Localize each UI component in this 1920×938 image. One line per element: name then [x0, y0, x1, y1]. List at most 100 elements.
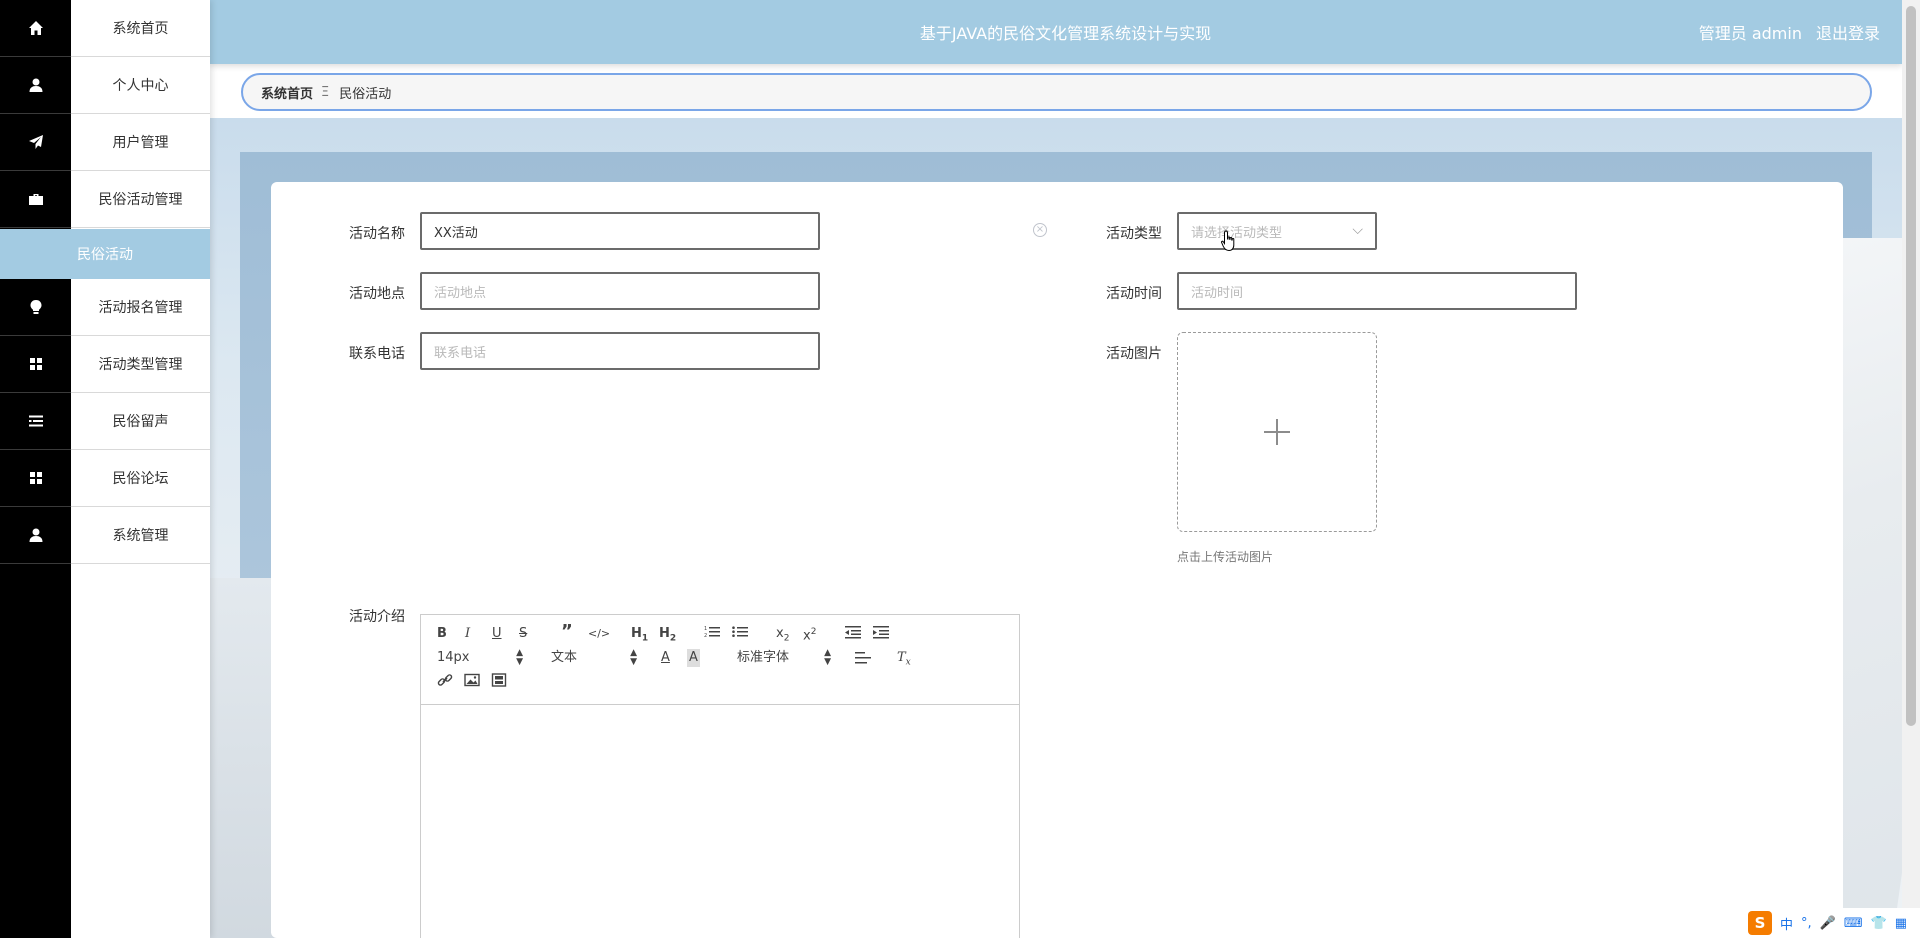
user-role-label: 管理员 admin — [1698, 24, 1802, 43]
sidebar-item-label: 民俗论坛 — [71, 450, 210, 507]
underline-icon[interactable]: U — [492, 625, 502, 643]
editor-content-area[interactable] — [421, 705, 1019, 938]
italic-icon[interactable]: I — [465, 625, 470, 643]
bold-icon[interactable]: B — [437, 625, 447, 643]
rich-text-editor: B I U S ” </> H1 H2 12 x2 x2 14px ▲ ▼ 文本… — [420, 614, 1020, 938]
apps-grid-icon[interactable]: ▦ — [1895, 916, 1907, 931]
punctuation-icon[interactable]: °, — [1801, 916, 1812, 931]
user-icon — [0, 57, 71, 114]
list-icon — [0, 393, 71, 450]
select-arrows-icon: ▲ ▼ — [630, 648, 637, 667]
plus-icon — [1264, 419, 1290, 445]
font-size-value: 14px — [437, 650, 470, 665]
activity-type-select[interactable]: 请选择活动类型 ⌵ — [1177, 212, 1377, 250]
clear-format-icon[interactable]: Tx — [897, 649, 911, 668]
logout-link[interactable]: 退出登录 — [1816, 20, 1880, 44]
bullet-list-icon[interactable] — [732, 625, 748, 643]
upload-hint: 点击上传活动图片 — [1177, 550, 1274, 564]
sidebar-item-label: 系统首页 — [71, 0, 210, 57]
outdent-icon[interactable] — [845, 625, 861, 643]
select-arrows-icon: ▲ ▼ — [516, 648, 523, 667]
svg-text:2: 2 — [704, 633, 707, 639]
breadcrumb: 系统首页 Ξ 民俗活动 — [241, 73, 1872, 111]
keyboard-icon[interactable]: ⌨ — [1844, 916, 1863, 931]
activity-intro-label: 活动介绍 — [349, 609, 405, 625]
sidebar-item-messages[interactable]: 民俗留声 — [0, 393, 210, 450]
sidebar-item-label: 民俗活动管理 — [71, 171, 210, 228]
activity-location-input[interactable]: 活动地点 — [420, 272, 820, 310]
submenu-item-folk-activity[interactable]: 民俗活动 — [0, 229, 210, 279]
activity-image-label: 活动图片 — [1106, 346, 1162, 362]
activity-type-label: 活动类型 — [1106, 226, 1162, 242]
hand-cursor-icon — [1221, 230, 1235, 252]
background-color-icon[interactable]: A — [687, 649, 700, 667]
home-icon — [0, 0, 71, 57]
video-icon[interactable] — [491, 673, 507, 691]
font-family-select[interactable]: 标准字体 ▲ ▼ — [737, 649, 831, 667]
breadcrumb-current: 民俗活动 — [339, 86, 392, 102]
briefcase-icon — [0, 171, 71, 228]
skin-icon[interactable]: 👕 — [1871, 916, 1887, 931]
sidebar-item-users[interactable]: 用户管理 — [0, 114, 210, 171]
breadcrumb-separator-icon: Ξ — [321, 84, 330, 100]
align-left-icon[interactable] — [855, 651, 871, 669]
sidebar-item-system[interactable]: 系统管理 — [0, 507, 210, 564]
top-header: 基于JAVA的民俗文化管理系统设计与实现 管理员 admin 退出登录 — [210, 0, 1902, 64]
breadcrumb-home[interactable]: 系统首页 — [261, 83, 313, 102]
h1-icon[interactable]: H1 — [631, 625, 648, 644]
editor-toolbar: B I U S ” </> H1 H2 12 x2 x2 14px ▲ ▼ 文本… — [421, 615, 1019, 705]
user-icon — [0, 507, 71, 564]
sidebar-item-label: 系统管理 — [71, 507, 210, 564]
code-block-icon[interactable]: </> — [588, 625, 610, 643]
select-arrows-icon: ▲ ▼ — [824, 648, 831, 667]
indent-icon[interactable] — [873, 625, 889, 643]
image-upload-box[interactable] — [1177, 332, 1377, 532]
activity-name-input[interactable]: XX活动 — [420, 212, 820, 250]
header-user-area: 管理员 admin 退出登录 — [1699, 0, 1880, 64]
sidebar-item-label: 个人中心 — [71, 57, 210, 114]
superscript-icon[interactable]: x2 — [803, 623, 816, 643]
grid-icon — [0, 450, 71, 507]
font-family-value: 标准字体 — [737, 650, 790, 665]
microphone-icon[interactable]: 🎤 — [1820, 916, 1836, 931]
link-icon[interactable] — [437, 673, 453, 691]
contact-phone-input[interactable]: 联系电话 — [420, 332, 820, 370]
ime-mode-indicator[interactable]: 中 — [1780, 914, 1793, 933]
clear-icon[interactable]: × — [1033, 223, 1047, 237]
activity-time-input[interactable]: 活动时间 — [1177, 272, 1577, 310]
scrollbar-thumb[interactable] — [1906, 6, 1916, 726]
sidebar-item-signup-mgmt[interactable]: 活动报名管理 — [0, 279, 210, 336]
sidebar-item-forum[interactable]: 民俗论坛 — [0, 450, 210, 507]
chevron-down-icon: ⌵ — [1352, 222, 1363, 238]
app-title: 基于JAVA的民俗文化管理系统设计与实现 — [919, 24, 1212, 43]
font-size-select[interactable]: 14px ▲ ▼ — [437, 649, 523, 667]
page-scrollbar[interactable] — [1902, 0, 1920, 938]
sidebar-item-label: 民俗留声 — [71, 393, 210, 450]
image-icon[interactable] — [464, 673, 480, 691]
blockquote-icon[interactable]: ” — [561, 623, 573, 641]
ime-toolbar: S 中 °, 🎤 ⌨ 👕 ▦ — [1742, 908, 1920, 938]
font-color-icon[interactable]: A — [661, 649, 670, 667]
sidebar-item-folk-activity-mgmt[interactable]: 民俗活动管理 — [0, 171, 210, 228]
sidebar-item-type-mgmt[interactable]: 活动类型管理 — [0, 336, 210, 393]
sidebar-item-label: 活动类型管理 — [71, 336, 210, 393]
subscript-icon[interactable]: x2 — [776, 625, 789, 644]
contact-phone-label: 联系电话 — [349, 346, 405, 362]
paper-plane-icon — [0, 114, 71, 171]
sidebar-item-profile[interactable]: 个人中心 — [0, 57, 210, 114]
lightbulb-icon — [0, 279, 71, 336]
ordered-list-icon[interactable]: 12 — [704, 625, 720, 643]
grid-icon — [0, 336, 71, 393]
block-type-value: 文本 — [551, 650, 578, 665]
block-type-select[interactable]: 文本 ▲ ▼ — [551, 649, 637, 667]
form-card: 活动名称 XX活动 × 活动类型 请选择活动类型 ⌵ 活动地点 活动地点 活动时… — [271, 182, 1843, 938]
ime-logo-icon[interactable]: S — [1748, 911, 1772, 935]
activity-time-label: 活动时间 — [1106, 286, 1162, 302]
sidebar-item-label: 用户管理 — [71, 114, 210, 171]
h2-icon[interactable]: H2 — [659, 625, 676, 644]
sidebar: 系统首页 个人中心 用户管理 民俗活动管理 民俗活动 活动报名管理 活动类型管理 — [0, 0, 210, 938]
sidebar-item-home[interactable]: 系统首页 — [0, 0, 210, 57]
activity-name-label: 活动名称 — [349, 226, 405, 242]
sidebar-item-label: 活动报名管理 — [71, 279, 210, 336]
strike-icon[interactable]: S — [519, 625, 527, 643]
